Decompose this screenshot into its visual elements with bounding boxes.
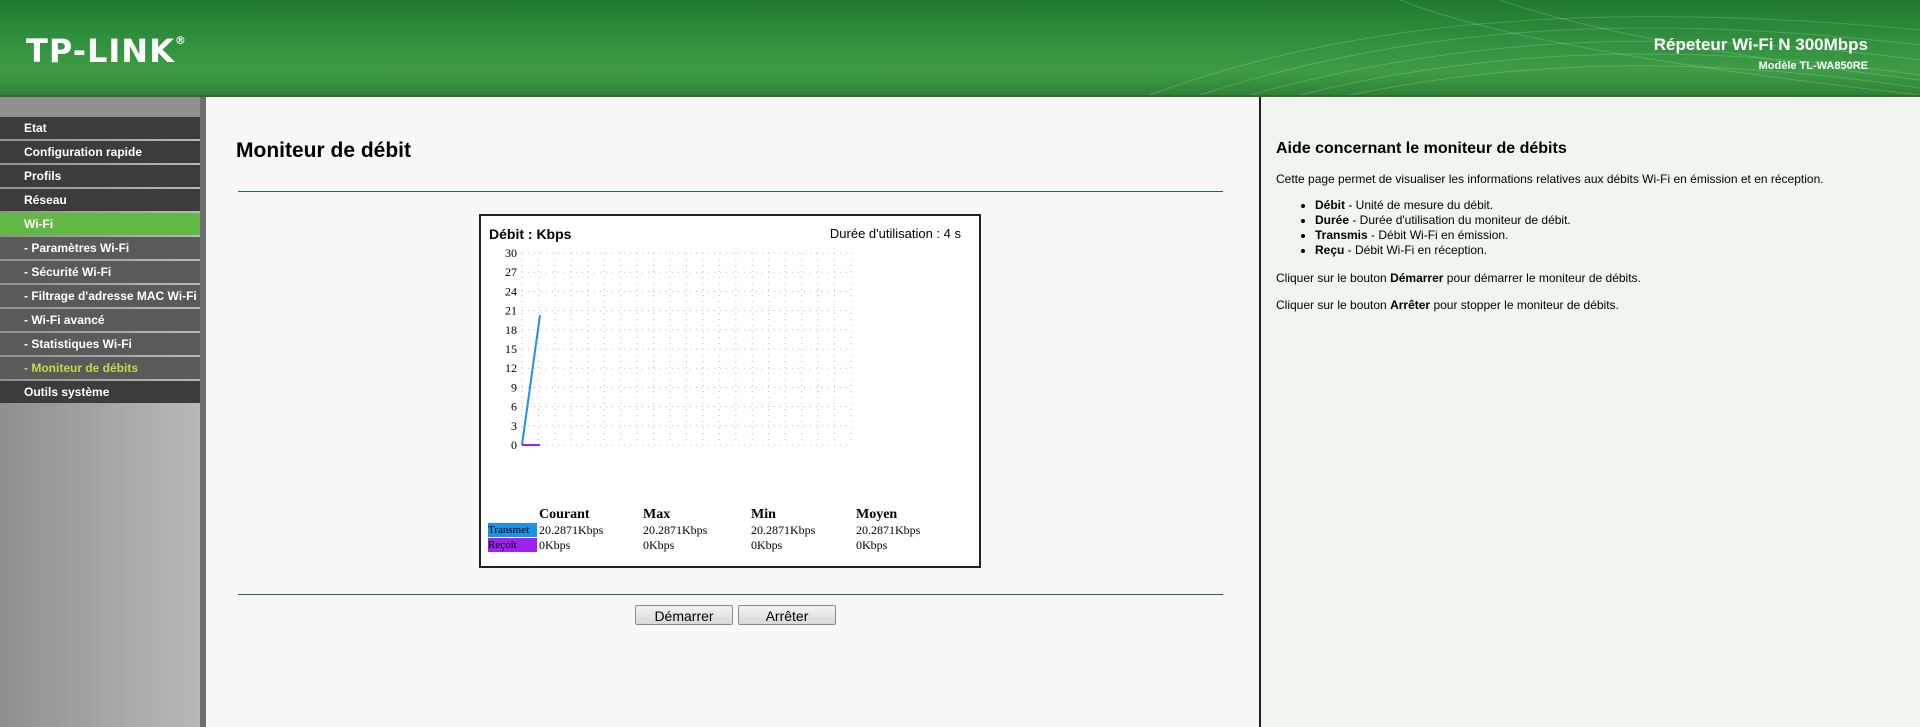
- receive-max: 0Kbps: [643, 538, 675, 552]
- y-tick-label: 27: [505, 265, 517, 279]
- help-title: Aide concernant le moniteur de débits: [1276, 140, 1567, 157]
- stats-header-average: Moyen: [856, 507, 898, 522]
- y-tick-label: 30: [505, 246, 517, 260]
- sidebar-item-wi-fi-avanc[interactable]: - Wi-Fi avancé: [0, 309, 200, 331]
- transmit-min: 20.2871Kbps: [751, 523, 816, 537]
- stats-header-min: Min: [751, 507, 776, 522]
- sidebar-item-r-seau[interactable]: Réseau: [0, 189, 200, 211]
- help-list: Débit - Unité de mesure du débit.Durée -…: [1301, 198, 1571, 258]
- page-title: Moniteur de débit: [236, 139, 411, 162]
- header-swirl-decoration: [1149, 0, 1920, 95]
- sidebar-top-strip: [0, 97, 200, 117]
- sidebar-item-outils-syst-me[interactable]: Outils système: [0, 381, 200, 403]
- stop-button[interactable]: Arrêter: [738, 605, 836, 625]
- help-intro: Cette page permet de visualiser les info…: [1276, 172, 1824, 186]
- transmit-legend: Transmet: [488, 523, 537, 537]
- chart-grid: [521, 252, 852, 446]
- chart-series: [521, 315, 541, 446]
- model-name: Modèle TL-WA850RE: [1758, 60, 1868, 72]
- y-tick-label: 12: [505, 361, 517, 375]
- help-start-line: Cliquer sur le bouton Démarrer pour déma…: [1276, 271, 1641, 285]
- help-stop-line: Cliquer sur le bouton Arrêter pour stopp…: [1276, 298, 1619, 312]
- y-tick-label: 21: [505, 304, 517, 318]
- y-tick-label: 6: [511, 400, 517, 414]
- sidebar-item-statistiques-wi-fi[interactable]: - Statistiques Wi-Fi: [0, 333, 200, 355]
- receive-min: 0Kbps: [751, 538, 783, 552]
- y-tick-label: 18: [505, 323, 517, 337]
- receive-current: 0Kbps: [539, 538, 571, 552]
- transmit-average: 20.2871Kbps: [856, 523, 921, 537]
- throughput-chart: Débit : Kbps Durée d'utilisation : 4 s 0…: [479, 214, 981, 568]
- help-list-item: Débit - Unité de mesure du débit.: [1315, 198, 1571, 213]
- sidebar-item-wi-fi[interactable]: Wi-Fi: [0, 213, 200, 235]
- product-title: Répeteur Wi-Fi N 300Mbps: [1653, 35, 1868, 54]
- sidebar-item-profils[interactable]: Profils: [0, 165, 200, 187]
- start-button[interactable]: Démarrer: [635, 605, 733, 625]
- sidebar-item-filtrage-d-adresse-mac-wi-fi[interactable]: - Filtrage d'adresse MAC Wi-Fi: [0, 285, 200, 307]
- help-list-item: Durée - Durée d'utilisation du moniteur …: [1315, 213, 1571, 228]
- help-panel: [1261, 97, 1920, 727]
- sidebar-item-configuration-rapide[interactable]: Configuration rapide: [0, 141, 200, 163]
- receive-legend: Reçoit: [488, 538, 537, 552]
- help-list-item: Reçu - Débit Wi-Fi en réception.: [1315, 243, 1571, 258]
- y-tick-label: 9: [511, 380, 517, 394]
- bottom-divider: [238, 594, 1223, 595]
- series-line-transmet: [521, 315, 541, 446]
- y-tick-label: 15: [505, 342, 517, 356]
- y-tick-label: 3: [511, 419, 517, 433]
- sidebar-item-s-curit-wi-fi[interactable]: - Sécurité Wi-Fi: [0, 261, 200, 283]
- sidebar-item-param-tres-wi-fi[interactable]: - Paramètres Wi-Fi: [0, 237, 200, 259]
- sidebar: Etat Configuration rapide Profils Réseau Wi-…: [0, 97, 200, 727]
- sidebar-item-moniteur-de-d-bits[interactable]: - Moniteur de débits: [0, 357, 200, 379]
- tp-link-logo: TP-LINK®: [26, 32, 187, 70]
- sidebar-menu: Etat Configuration rapide Profils Réseau Wi-…: [0, 117, 200, 405]
- transmit-max: 20.2871Kbps: [643, 523, 708, 537]
- chart-y-ticks: 0 3 6 9 12 15 18 21 24 27 30: [505, 246, 517, 452]
- help-list-item: Transmis - Débit Wi-Fi en émission.: [1315, 228, 1571, 243]
- stats-header-current: Courant: [539, 507, 590, 522]
- receive-average: 0Kbps: [856, 538, 888, 552]
- sidebar-item-etat[interactable]: Etat: [0, 117, 200, 139]
- top-divider: [238, 191, 1223, 192]
- y-tick-label: 24: [505, 284, 517, 298]
- header-banner: TP-LINK® Répeteur Wi-Fi N 300Mbps Modèle…: [0, 0, 1920, 95]
- y-tick-label: 0: [511, 438, 517, 452]
- transmit-current: 20.2871Kbps: [539, 523, 604, 537]
- stats-header-max: Max: [643, 507, 671, 522]
